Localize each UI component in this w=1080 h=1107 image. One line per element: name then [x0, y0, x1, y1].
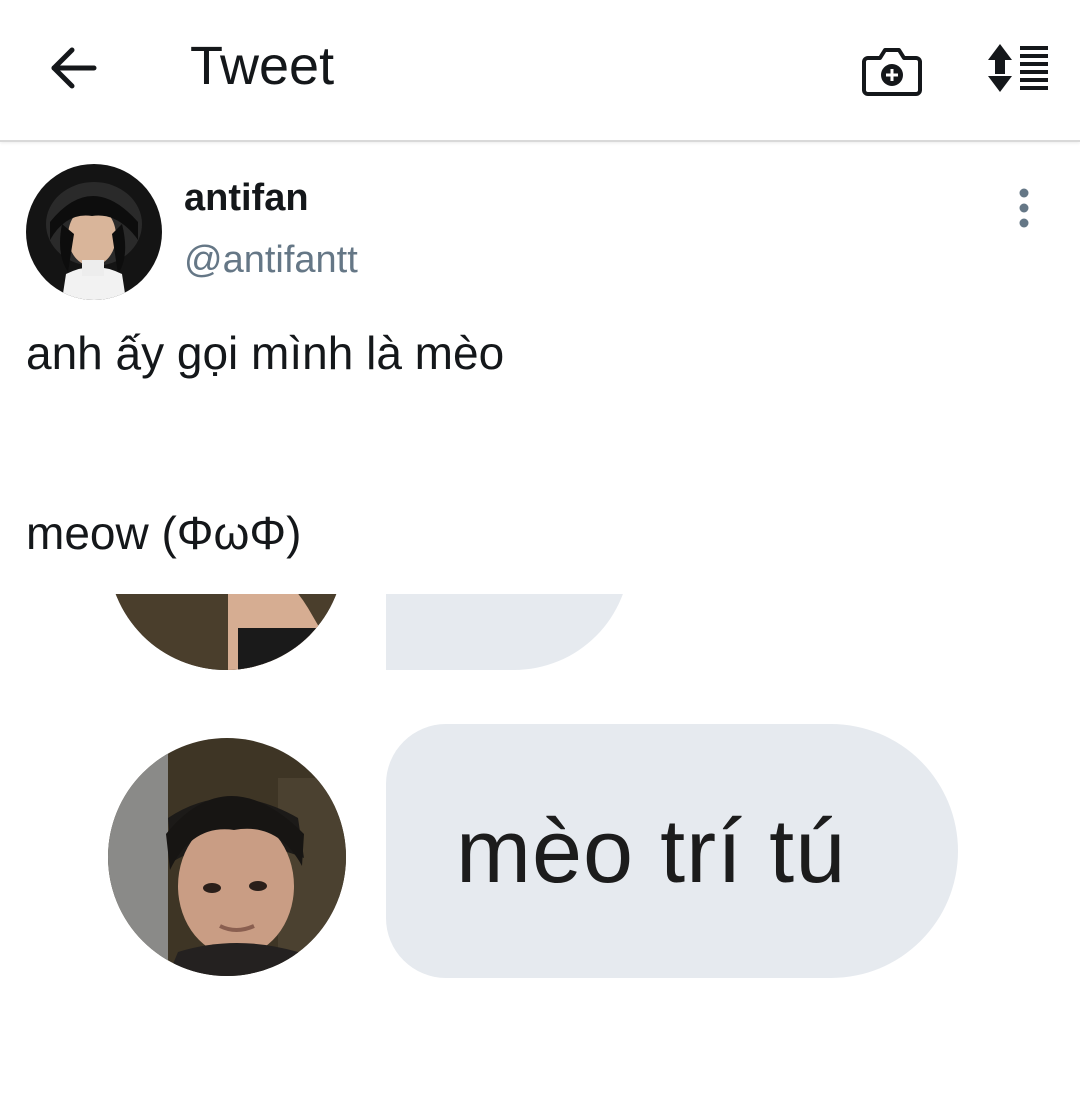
more-options-button[interactable] [1004, 186, 1044, 230]
sort-list-icon [988, 44, 1048, 92]
arrow-left-icon [51, 47, 97, 89]
camera-button[interactable] [860, 38, 924, 102]
chat-avatar-partial [108, 594, 344, 670]
tweet-media-image[interactable]: mèo trí tú [0, 594, 1080, 1107]
avatar-photo [26, 164, 162, 300]
back-button[interactable] [44, 38, 104, 98]
camera-plus-icon [862, 48, 922, 96]
author-display-name[interactable]: antifan [184, 176, 309, 220]
chat-message-text: mèo trí tú [456, 802, 847, 902]
tweet-text-line: anh ấy gọi mình là mèo [26, 327, 505, 379]
page-title: Tweet [190, 36, 335, 96]
chat-bubble-partial [386, 594, 630, 670]
sort-button[interactable] [980, 38, 1052, 98]
chat-avatar [108, 738, 346, 976]
top-app-bar: Tweet [0, 0, 1080, 142]
more-vertical-icon [1019, 188, 1029, 228]
author-handle[interactable]: @antifantt [184, 238, 358, 282]
author-avatar[interactable] [26, 164, 162, 300]
tweet-text-line: meow (ΦωΦ) [26, 507, 302, 559]
